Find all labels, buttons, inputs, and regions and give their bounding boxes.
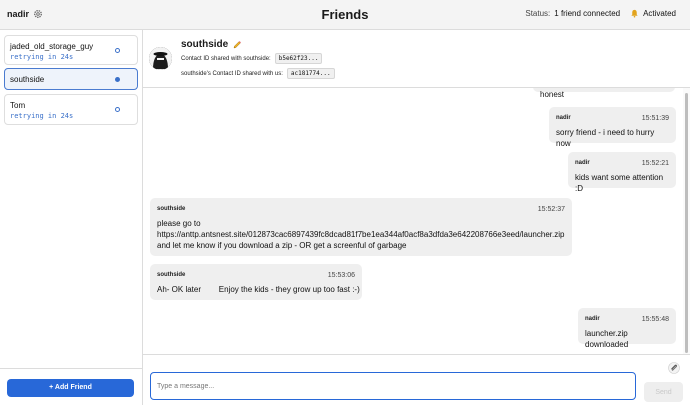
message-bubble-incoming: southside 15:52:37 please go to https://… — [150, 198, 572, 256]
message-time: 15:55:48 — [641, 316, 669, 323]
pencil-icon[interactable] — [232, 40, 242, 50]
status-value: 1 friend connected — [554, 9, 621, 18]
contact-id-received-row: southside's Contact ID shared with us: a… — [181, 68, 335, 79]
scrollbar-thumb[interactable] — [685, 93, 688, 353]
contact-name: southside — [181, 39, 242, 50]
message-composer: Send — [143, 354, 690, 405]
message-body: sorry friend - i need to hurry now — [556, 128, 655, 148]
avatar — [149, 47, 172, 70]
sidebar-footer: + Add Friend — [0, 368, 143, 405]
contact-id-shared-code[interactable]: b5e62f23... — [274, 53, 323, 64]
message-sender: nadir — [575, 160, 590, 166]
contact-name-text: southside — [181, 39, 229, 50]
contact-id-received-label: southside's Contact ID shared with us: — [181, 70, 283, 77]
send-button[interactable]: Send — [644, 382, 683, 402]
message-body: Ah- OK later Enjoy the kids - they grow … — [157, 285, 360, 294]
connection-dot-icon — [115, 77, 120, 82]
message-time: 15:52:37 — [537, 206, 565, 213]
add-friend-button[interactable]: + Add Friend — [7, 379, 134, 397]
username: nadir — [7, 9, 30, 19]
message-bubble-outgoing: nadir 15:52:21 kids want some attention … — [568, 152, 676, 193]
message-body: launcher.zip downloaded — [585, 329, 629, 349]
contact-header: southside Contact ID shared with southsi… — [143, 30, 690, 88]
message-time: 15:52:21 — [641, 160, 669, 167]
message-link[interactable]: https://anttp.antsnest.site/012873cac689… — [157, 229, 565, 240]
friend-item-jaded-old-storage-guy[interactable]: jaded_old_storage_guy retrying in 24s — [4, 35, 138, 65]
connection-dot-icon — [115, 48, 120, 53]
connection-status: Status: 1 friend connected Activated — [525, 9, 676, 18]
friend-item-tom[interactable]: Tom retrying in 24s — [4, 94, 138, 125]
friend-retry-status: retrying in 24s — [10, 53, 74, 61]
friend-name: jaded_old_storage_guy — [10, 42, 94, 51]
contact-id-shared-label: Contact ID shared with southside: — [181, 55, 271, 62]
message-line: and let me know if you download a zip - … — [157, 241, 407, 250]
message-sender: southside — [157, 272, 186, 278]
activation-status: Activated — [643, 9, 676, 18]
contact-id-shared-row: Contact ID shared with southside: b5e62f… — [181, 53, 323, 64]
message-body: and not super difficult if we're honest — [540, 90, 565, 99]
message-bubble-outgoing: nadir 15:51:39 sorry friend - i need to … — [549, 107, 676, 148]
message-sender: southside — [157, 206, 186, 212]
user-menu[interactable]: nadir — [7, 9, 43, 19]
message-list[interactable]: and not super difficult if we're honest … — [143, 88, 683, 354]
friend-name: Tom — [10, 101, 26, 110]
status-label: Status: — [525, 9, 551, 18]
message-bubble-incoming: southside 15:53:06 Ah- OK later Enjoy th… — [150, 264, 362, 300]
message-scrollbar[interactable] — [683, 88, 690, 354]
message-input[interactable] — [150, 372, 636, 400]
bell-icon — [631, 9, 638, 18]
hooded-figure-icon — [149, 47, 172, 70]
top-bar: nadir Friends Status: 1 friend connected… — [0, 0, 690, 30]
friend-name: southside — [10, 75, 45, 84]
connection-dot-icon — [115, 107, 120, 112]
message-body: please go to https://anttp.antsnest.site… — [157, 218, 565, 251]
message-time: 15:53:06 — [327, 272, 355, 279]
message-time: 15:51:39 — [641, 115, 669, 122]
friends-sidebar: jaded_old_storage_guy retrying in 24s so… — [0, 30, 143, 405]
paperclip-icon[interactable] — [668, 362, 680, 374]
friend-item-southside[interactable]: southside — [4, 68, 138, 90]
gear-icon[interactable] — [33, 9, 43, 19]
message-sender: nadir — [556, 115, 571, 121]
contact-id-received-code[interactable]: ac181774... — [286, 68, 335, 79]
message-bubble-outgoing: nadir 15:55:48 launcher.zip downloaded — [578, 308, 676, 349]
message-bubble-outgoing: and not super difficult if we're honest — [533, 88, 675, 99]
friend-retry-status: retrying in 24s — [10, 112, 74, 120]
message-body: kids want some attention :D — [575, 173, 664, 193]
message-line: please go to — [157, 219, 201, 228]
message-sender: nadir — [585, 316, 600, 322]
